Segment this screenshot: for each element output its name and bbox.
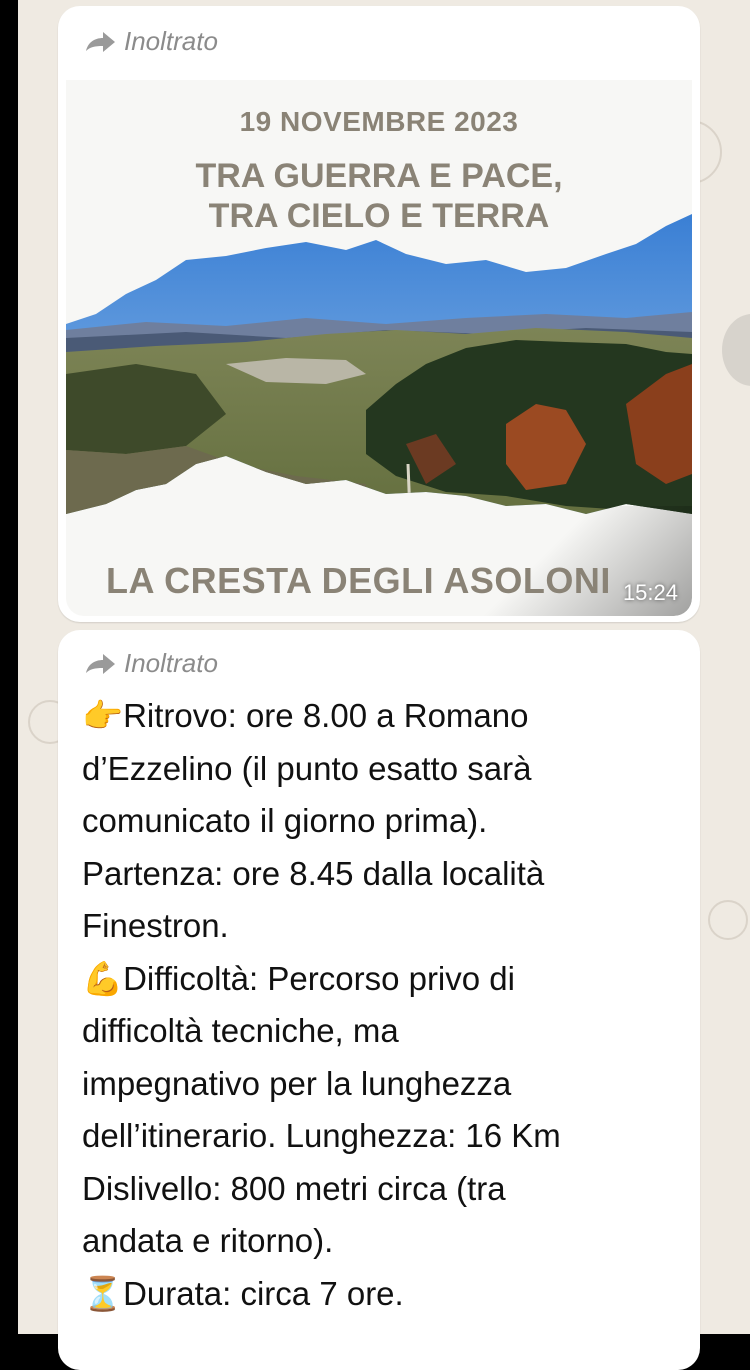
message-line: difficoltà tecniche, ma xyxy=(82,1005,682,1058)
line-text: d’Ezzelino (il punto esatto sarà xyxy=(82,749,532,787)
line-text: Partenza: ore 8.45 dalla località xyxy=(82,854,545,892)
line-text: Ritrovo: ore 8.00 a Romano xyxy=(123,697,529,734)
forwarded-label: Inoltrato xyxy=(124,26,218,56)
line-text: dell’itinerario. Lunghezza: 16 Km xyxy=(82,1117,561,1154)
line-text: comunicato il giorno prima). xyxy=(82,802,488,839)
flexed-biceps-icon: 💪 xyxy=(82,958,124,998)
message-line: d’Ezzelino (il punto esatto sarà xyxy=(82,743,682,796)
message-line: ⏳Durata: circa 7 ore. xyxy=(82,1268,682,1321)
flyer-subtitle: LA CRESTA DEGLI ASOLONI xyxy=(106,560,611,601)
wallpaper-doodle xyxy=(708,900,748,940)
text-message-bubble[interactable]: Inoltrato 👉Ritrovo: ore 8.00 a Romano d’… xyxy=(58,630,700,1370)
pointing-hand-icon: 👉 xyxy=(82,696,124,735)
message-line: Dislivello: 800 metri circa (tra xyxy=(82,1163,682,1216)
line-text: Finestron. xyxy=(82,907,229,944)
forwarded-indicator: Inoltrato xyxy=(84,648,218,679)
message-text: 👉Ritrovo: ore 8.00 a Romano d’Ezzelino (… xyxy=(82,690,682,1320)
message-time: 15:24 xyxy=(622,580,678,605)
forwarded-label: Inoltrato xyxy=(124,648,218,678)
line-text: Durata: circa 7 ore. xyxy=(123,1274,404,1312)
forwarded-indicator: Inoltrato xyxy=(84,26,218,57)
mountain-landscape-photo xyxy=(66,214,692,514)
line-text: Dislivello: 800 metri circa (tra xyxy=(82,1169,506,1207)
forward-arrow-icon xyxy=(86,653,115,674)
message-line: andata e ritorno). xyxy=(82,1215,682,1268)
forward-arrow-icon xyxy=(86,31,115,52)
line-text: Difficoltà: Percorso privo di xyxy=(123,959,515,997)
hourglass-icon: ⏳ xyxy=(82,1273,124,1313)
flyer-title-line: TRA GUERRA E PACE, xyxy=(195,157,563,195)
message-line: comunicato il giorno prima). xyxy=(82,795,682,848)
line-text: impegnativo per la lunghezza xyxy=(82,1064,512,1102)
line-text: difficoltà tecniche, ma xyxy=(82,1012,399,1049)
event-flyer-image[interactable]: 19 NOVEMBRE 2023 TRA GUERRA E PACE, TRA … xyxy=(66,80,692,616)
flyer-date: 19 NOVEMBRE 2023 xyxy=(239,106,519,137)
line-text: andata e ritorno). xyxy=(82,1222,334,1259)
message-line: dell’itinerario. Lunghezza: 16 Km xyxy=(82,1110,682,1163)
image-message-bubble[interactable]: Inoltrato 19 NOVEMBRE 2023 TRA GUERRA E … xyxy=(58,6,700,622)
message-line: 👉Ritrovo: ore 8.00 a Romano xyxy=(82,690,682,743)
message-line: impegnativo per la lunghezza xyxy=(82,1058,682,1111)
message-line: 💪Difficoltà: Percorso privo di xyxy=(82,953,682,1006)
message-line: Partenza: ore 8.45 dalla località xyxy=(82,848,682,901)
message-line: Finestron. xyxy=(82,900,682,953)
